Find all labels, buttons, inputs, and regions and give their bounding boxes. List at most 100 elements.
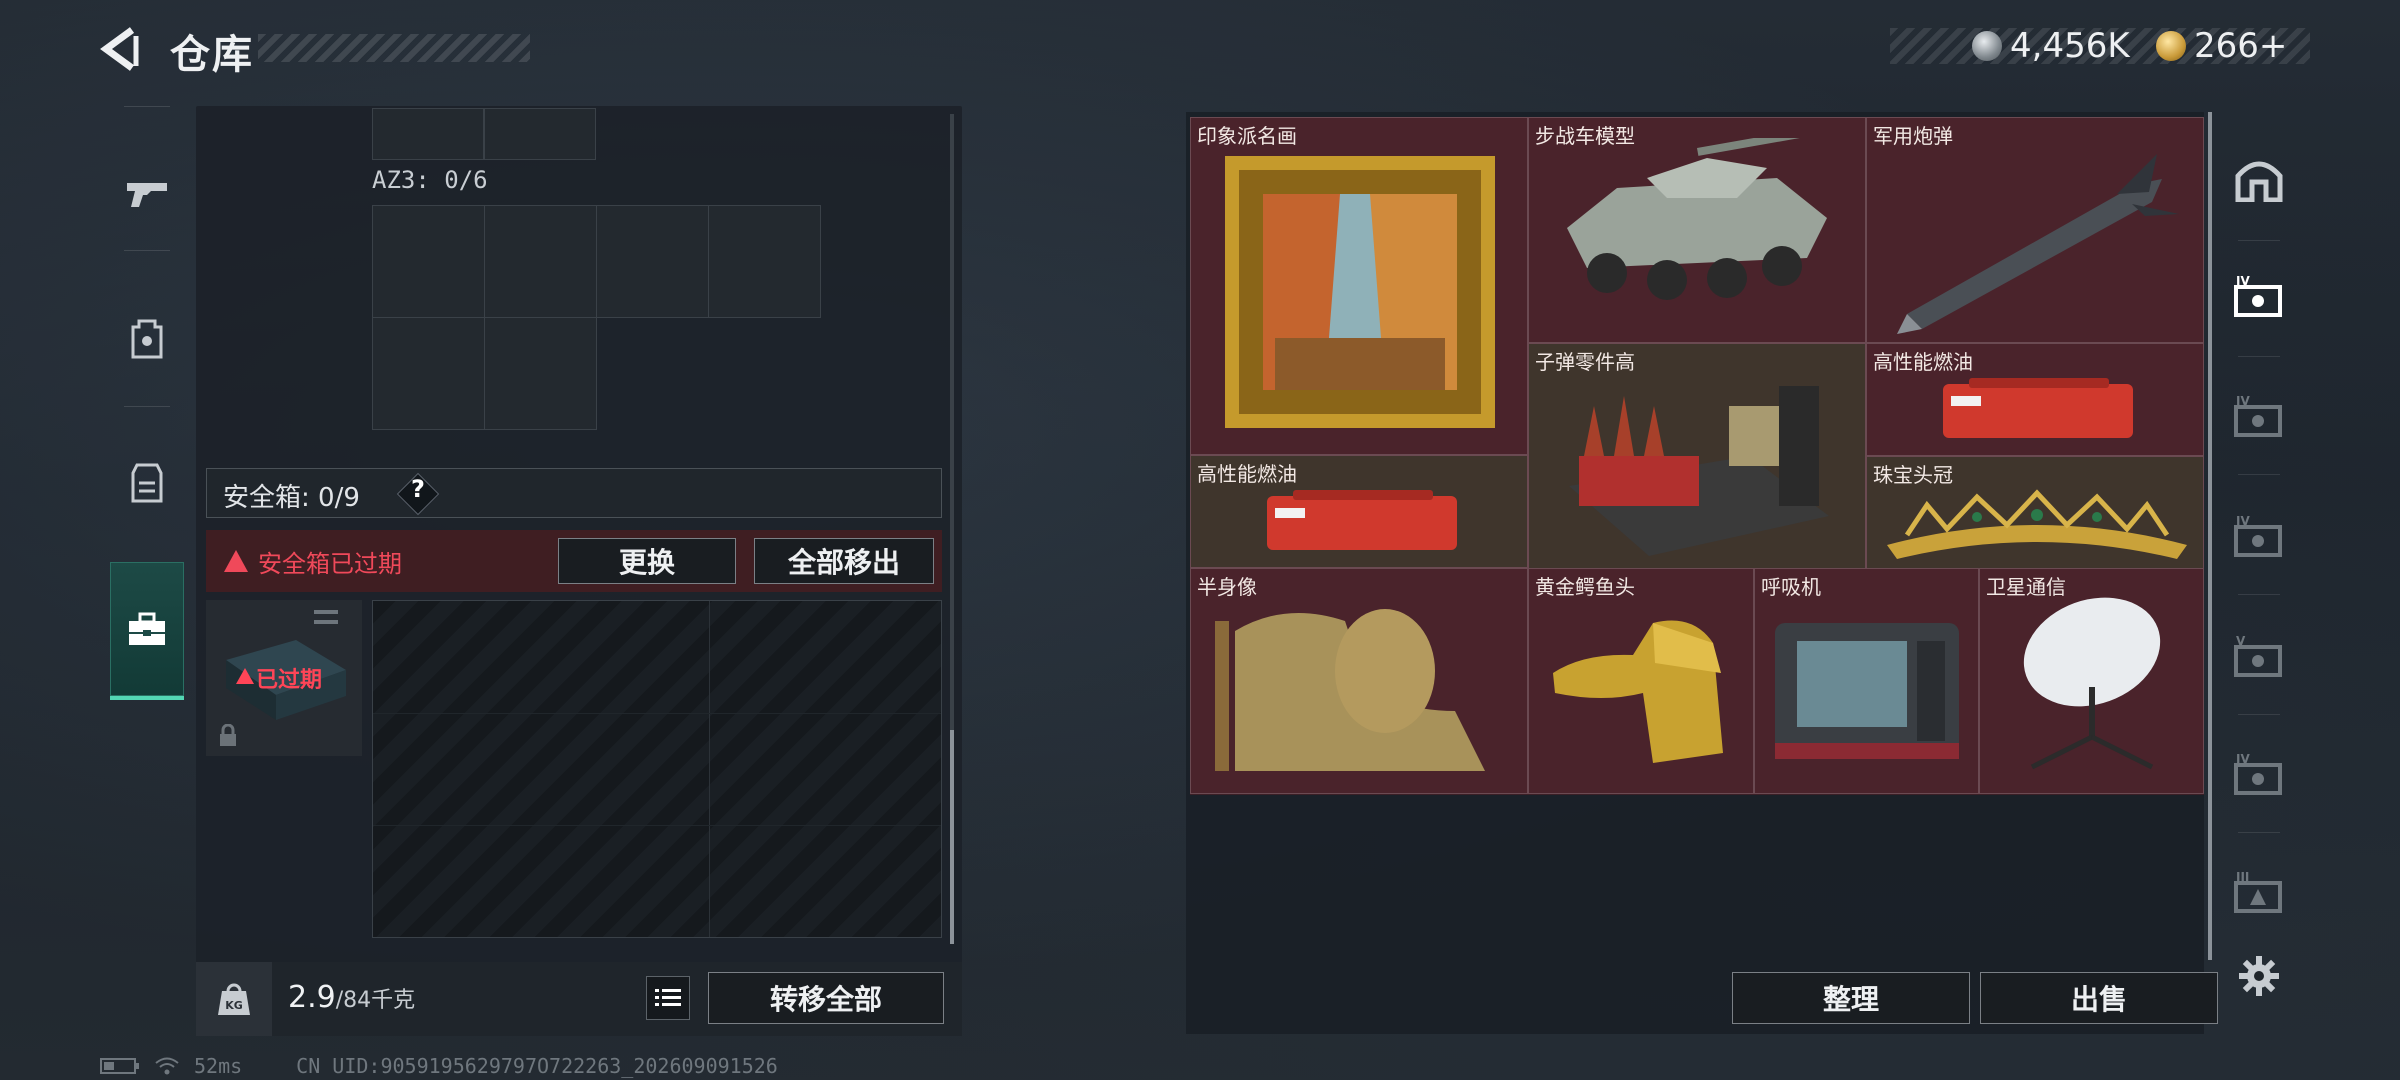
back-button[interactable]	[98, 26, 144, 72]
az3-label: AZ3: 0/6	[372, 166, 488, 194]
sell-button[interactable]: 出售	[1980, 972, 2218, 1024]
wifi-icon	[155, 1057, 179, 1075]
expired-tag: 已过期	[256, 668, 323, 693]
safebox-item[interactable]: 已过期	[206, 600, 362, 756]
vest-icon	[131, 463, 163, 503]
coin-silver-icon	[1972, 31, 2002, 61]
nav-item-weapons[interactable]	[100, 146, 194, 242]
uid-text: CN UID:9059195629797O722263_202609091526	[296, 1054, 778, 1078]
painting-icon	[1225, 156, 1495, 428]
settings-button[interactable]	[2224, 936, 2294, 1016]
chevron-left-icon	[100, 27, 139, 71]
item-label: 卫星通信	[1986, 575, 2066, 599]
item-military-shell[interactable]: 军用炮弹	[1866, 117, 2204, 343]
currency-silver[interactable]: 4,456K	[1972, 26, 2130, 66]
svg-text:III: III	[2236, 870, 2249, 884]
replace-button[interactable]: 更换	[558, 538, 736, 584]
stash-icon	[2235, 161, 2283, 202]
fuel-case-icon	[1943, 378, 2133, 438]
stash-scrollbar[interactable]	[2208, 112, 2212, 960]
svg-text:IV: IV	[2236, 752, 2250, 766]
backpack-icon	[131, 319, 163, 359]
weight-current: 2.9	[288, 980, 336, 1015]
weight-max: /84千克	[335, 988, 416, 1013]
grid-cell[interactable]	[484, 205, 597, 318]
ventilator-icon	[1775, 623, 1959, 759]
nav-item-safebox[interactable]	[110, 562, 184, 700]
safebox-label: 安全箱: 0/9	[223, 483, 360, 513]
item-jewel-crown[interactable]: 珠宝头冠	[1866, 456, 2204, 569]
item-impressionist-painting[interactable]: 印象派名画	[1190, 117, 1528, 455]
currency-gold[interactable]: 266+	[2156, 26, 2287, 66]
weight-value: 2.9/84千克	[288, 980, 415, 1015]
weight-bar: KG 2.9/84千克 转移全部	[196, 962, 962, 1036]
grid-cell[interactable]	[372, 108, 484, 160]
ammo-crate-icon	[1569, 386, 1829, 556]
weight-icon: KG	[196, 962, 272, 1036]
safebox-grid[interactable]	[372, 600, 942, 938]
item-gold-crocodile-head[interactable]: 黄金鳄鱼头	[1528, 568, 1754, 794]
item-satellite-comm[interactable]: 卫星通信	[1979, 568, 2204, 794]
item-ammo-parts[interactable]: 子弹零件高	[1528, 343, 1866, 569]
item-ventilator[interactable]: 呼吸机	[1754, 568, 1979, 794]
bust-icon	[1215, 609, 1485, 771]
armored-vehicle-icon	[1567, 138, 1827, 300]
svg-text:IV: IV	[2236, 514, 2250, 528]
svg-text:KG: KG	[225, 999, 243, 1012]
page-title: 仓库	[170, 32, 254, 78]
crocodile-head-icon	[1553, 620, 1723, 763]
item-label: 珠宝头冠	[1873, 463, 1953, 487]
safebox-header: 安全箱: 0/9 ?	[206, 468, 942, 518]
right-nav-stash[interactable]	[2224, 140, 2294, 220]
svg-text:V: V	[2236, 634, 2246, 648]
list-view-button[interactable]	[646, 976, 690, 1020]
remove-all-button[interactable]: 全部移出	[754, 538, 934, 584]
nav-item-armor[interactable]	[100, 434, 194, 530]
case-tier-5-icon: V	[2234, 634, 2282, 677]
satellite-dish-icon	[2023, 597, 2161, 770]
crown-icon	[1887, 489, 2187, 559]
currency-gold-value: 266+	[2194, 26, 2288, 66]
item-ifv-model[interactable]: 步战车模型	[1528, 117, 1866, 343]
scrollbar-thumb[interactable]	[950, 730, 954, 944]
item-label: 高性能燃油	[1873, 350, 1973, 374]
currency-silver-value: 4,456K	[2010, 26, 2130, 66]
svg-text:IV: IV	[2236, 274, 2250, 288]
right-nav-case-3[interactable]: IV	[2224, 496, 2294, 576]
case-tier-4-icon: IV	[2234, 752, 2282, 795]
transfer-all-button[interactable]: 转移全部	[708, 972, 944, 1024]
kg-weight-icon: KG	[218, 983, 250, 1015]
grid-cell[interactable]	[596, 205, 709, 318]
grid-cell[interactable]	[484, 317, 597, 430]
coin-gold-icon	[2156, 31, 2186, 61]
grid-cell[interactable]	[708, 205, 821, 318]
grid-cell[interactable]	[484, 108, 596, 160]
right-nav-case-5[interactable]: IV	[2224, 734, 2294, 814]
right-nav-case-1[interactable]: IV	[2224, 256, 2294, 336]
grid-cell[interactable]	[372, 317, 485, 430]
ping-value: 52ms	[194, 1054, 243, 1078]
item-fuel-1[interactable]: 高性能燃油	[1866, 343, 2204, 456]
case-tier-4-icon: IV	[2234, 514, 2282, 557]
left-nav	[100, 106, 194, 716]
case-tier-4-icon: IV	[2234, 274, 2282, 317]
item-bust[interactable]: 半身像	[1190, 568, 1528, 794]
sort-button[interactable]: 整理	[1732, 972, 1970, 1024]
gear-icon	[2239, 956, 2279, 996]
right-nav-case-4[interactable]: V	[2224, 616, 2294, 696]
nav-item-backpack[interactable]	[100, 290, 194, 386]
toolbox-icon	[129, 612, 165, 645]
svg-text:IV: IV	[2236, 394, 2250, 408]
grid-cell[interactable]	[372, 205, 485, 318]
item-label: 黄金鳄鱼头	[1535, 575, 1635, 599]
right-nav-case-2[interactable]: IV	[2224, 376, 2294, 456]
lock-icon	[220, 724, 236, 746]
item-label: 高性能燃油	[1197, 462, 1297, 486]
help-label: ?	[411, 475, 425, 503]
item-fuel-2[interactable]: 高性能燃油	[1190, 455, 1528, 568]
right-nav-case-6[interactable]: III	[2224, 852, 2294, 932]
fuel-case-icon	[1267, 490, 1457, 550]
warning-icon	[236, 668, 254, 684]
expired-message: 安全箱已过期	[258, 550, 402, 578]
title-decoration	[258, 34, 530, 62]
